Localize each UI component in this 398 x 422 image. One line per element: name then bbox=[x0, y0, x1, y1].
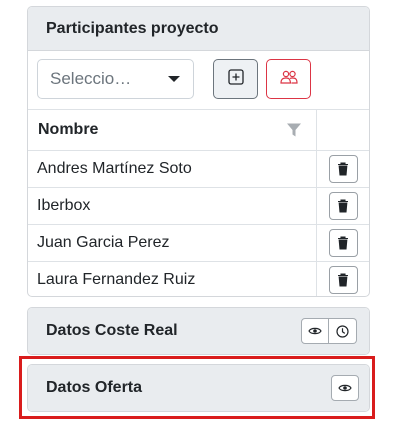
view-coste-real-button[interactable] bbox=[301, 318, 329, 344]
participants-card-header: Participantes proyecto bbox=[28, 7, 369, 51]
people-icon bbox=[279, 70, 298, 89]
delete-participant-button[interactable] bbox=[328, 266, 358, 294]
trash-icon bbox=[338, 236, 348, 250]
filter-icon[interactable] bbox=[286, 122, 302, 143]
highlight-box bbox=[19, 356, 375, 419]
delete-participant-button[interactable] bbox=[328, 229, 358, 257]
participants-card-title: Participantes proyecto bbox=[46, 19, 219, 37]
trash-icon bbox=[338, 162, 348, 176]
participant-select[interactable]: Seleccio… bbox=[37, 59, 194, 99]
participants-table: Nombre Andres Martínez Soto Iberbox Juan… bbox=[28, 109, 369, 296]
table-row: Iberbox bbox=[28, 187, 369, 225]
coste-real-card-header[interactable]: Datos Coste Real bbox=[28, 308, 369, 354]
column-header-nombre[interactable]: Nombre bbox=[28, 109, 317, 151]
column-header-actions bbox=[316, 109, 369, 151]
coste-real-card-title: Datos Coste Real bbox=[46, 322, 178, 339]
table-row: Laura Fernandez Ruiz bbox=[28, 261, 369, 296]
participant-name: Laura Fernandez Ruiz bbox=[28, 261, 317, 296]
trash-icon bbox=[338, 273, 348, 287]
participant-select-value: Seleccio… bbox=[50, 69, 132, 88]
delete-participant-button[interactable] bbox=[328, 192, 358, 220]
coste-real-card: Datos Coste Real bbox=[27, 307, 370, 355]
history-coste-real-button[interactable] bbox=[329, 318, 357, 344]
participants-card: Participantes proyecto Seleccio… Nombre … bbox=[27, 6, 370, 297]
table-row: Juan Garcia Perez bbox=[28, 224, 369, 262]
delete-participant-button[interactable] bbox=[328, 155, 358, 183]
column-header-label: Nombre bbox=[38, 121, 99, 138]
plus-square-icon bbox=[227, 68, 244, 90]
table-row: Andres Martínez Soto bbox=[28, 150, 369, 188]
trash-icon bbox=[338, 199, 348, 213]
participant-name: Andres Martínez Soto bbox=[28, 150, 317, 188]
coste-real-actions bbox=[301, 318, 357, 344]
eye-icon bbox=[308, 327, 322, 335]
clock-icon bbox=[336, 324, 349, 338]
add-participant-button[interactable] bbox=[213, 59, 258, 99]
add-group-button[interactable] bbox=[266, 59, 311, 99]
participant-name: Iberbox bbox=[28, 187, 317, 225]
table-header-row: Nombre bbox=[28, 109, 369, 151]
participants-toolbar: Seleccio… bbox=[28, 51, 369, 109]
participant-name: Juan Garcia Perez bbox=[28, 224, 317, 262]
chevron-down-icon bbox=[167, 69, 181, 89]
